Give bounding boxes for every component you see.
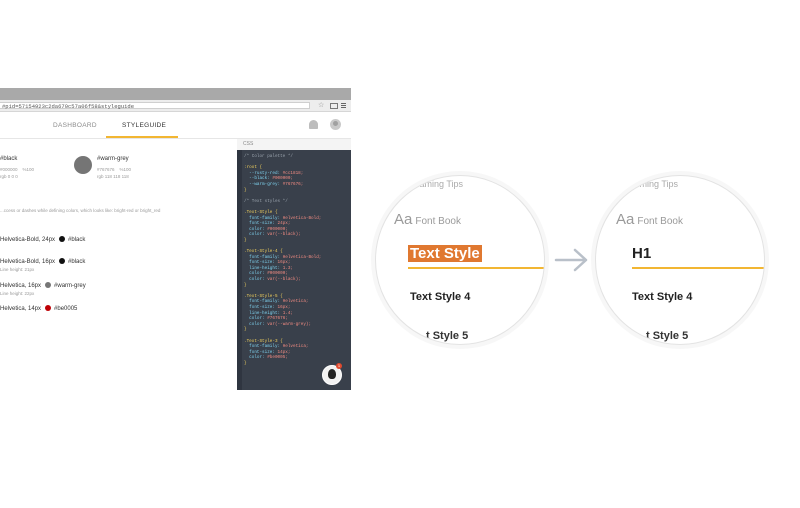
address-bar[interactable]: #pid=57154923c2da670c57a06f58&styleguide: [0, 102, 310, 110]
text-underline: [632, 267, 764, 269]
active-tab-indicator: [106, 136, 178, 138]
code-line: }: [244, 360, 247, 366]
text-style-label: Helvetica-Bold, 16px: [0, 259, 56, 265]
color-dot: [45, 282, 52, 288]
arrow-right-icon: [554, 248, 588, 272]
font-book-label: Aa Font Book: [394, 211, 461, 229]
swatch-name-black: #black: [0, 156, 18, 162]
text-style-selected[interactable]: Text Style: [408, 245, 482, 262]
code-line: color: var(--warm-grey);: [244, 321, 312, 327]
tab-dashboard[interactable]: DASHBOARD: [53, 122, 97, 129]
browser-title-bar: [0, 88, 351, 100]
swatch-meta-black: #000000 %100 rgb 0 0 0: [0, 167, 35, 179]
text-style-row[interactable]: Helvetica, 14px #be0005: [0, 305, 77, 312]
text-style-label: Helvetica, 14px: [0, 306, 42, 312]
css-code-panel: CSS /* Color palette */ :root { --rusty-…: [237, 139, 351, 390]
notification-bell-icon[interactable]: [309, 120, 318, 129]
text-style-swatch: #be0005: [54, 306, 78, 312]
text-style-5[interactable]: t Style 5: [426, 330, 468, 342]
text-style-row[interactable]: Helvetica-Bold, 16px #black: [0, 258, 85, 265]
color-dot: [59, 258, 66, 264]
color-swatch-warm-grey: [74, 156, 92, 174]
font-book-text: Font Book: [637, 216, 683, 227]
text-style-4[interactable]: Text Style 4: [410, 291, 470, 303]
font-book-aa: Aa: [394, 211, 413, 228]
zoom-top-text: ...aming Tips: [412, 179, 464, 189]
text-style-4[interactable]: Text Style 4: [632, 291, 692, 303]
browser-window: #pid=57154923c2da670c57a06f58&styleguide…: [0, 88, 351, 390]
styleguide-content: #black #000000 %100 rgb 0 0 0 #warm-grey…: [0, 139, 237, 390]
color-dot: [45, 305, 52, 311]
text-underline: [408, 267, 544, 269]
text-style-line-height: Line height: 21px: [0, 267, 35, 272]
swatch-name-warm-grey: #warm-grey: [97, 156, 129, 162]
css-code[interactable]: /* Color palette */ :root { --rusty-red:…: [244, 154, 321, 367]
zoom-after: ...ming Tips Aa Font Book H1 Text Style 4…: [595, 175, 765, 345]
text-style-swatch: #black: [68, 237, 86, 243]
app-header: DASHBOARD STYLEGUIDE: [0, 112, 351, 139]
chat-notification-badge: 1: [336, 363, 342, 369]
user-avatar-icon[interactable]: [330, 119, 341, 130]
tab-styleguide[interactable]: STYLEGUIDE: [122, 122, 166, 129]
text-style-5[interactable]: t Style 5: [646, 330, 688, 342]
text-style-row[interactable]: Helvetica-Bold, 24px #black: [0, 236, 85, 243]
renamed-style-h1[interactable]: H1: [632, 245, 651, 262]
zoom-top-text: ...ming Tips: [632, 179, 679, 189]
menu-icon[interactable]: [341, 103, 346, 108]
color-dot: [59, 236, 66, 242]
css-panel-title: CSS: [237, 139, 351, 150]
bookmark-star-icon[interactable]: ☆: [318, 101, 324, 110]
text-style-label: Helvetica, 16px: [0, 283, 42, 289]
font-book-text: Font Book: [415, 216, 461, 227]
font-book-label: Aa Font Book: [616, 211, 683, 229]
zoom-before: ...aming Tips Aa Font Book Text Style Tex…: [375, 175, 545, 345]
text-style-swatch: #black: [68, 259, 86, 265]
code-gutter: [237, 150, 242, 390]
text-style-row[interactable]: Helvetica, 16px #warm-grey: [0, 282, 86, 289]
swatch-meta-warm-grey: #767676 %100 rgb 118 118 118: [97, 167, 132, 179]
text-style-line-height: Line height: 22px: [0, 291, 35, 296]
text-style-label: Helvetica-Bold, 24px: [0, 237, 56, 243]
text-style-swatch: #warm-grey: [54, 283, 86, 289]
palette-note: ...ccess or dashes while defining colors…: [0, 208, 161, 213]
browser-toolbar: #pid=57154923c2da670c57a06f58&styleguide…: [0, 100, 351, 112]
font-book-aa: Aa: [616, 211, 635, 228]
cast-icon[interactable]: [330, 103, 338, 109]
